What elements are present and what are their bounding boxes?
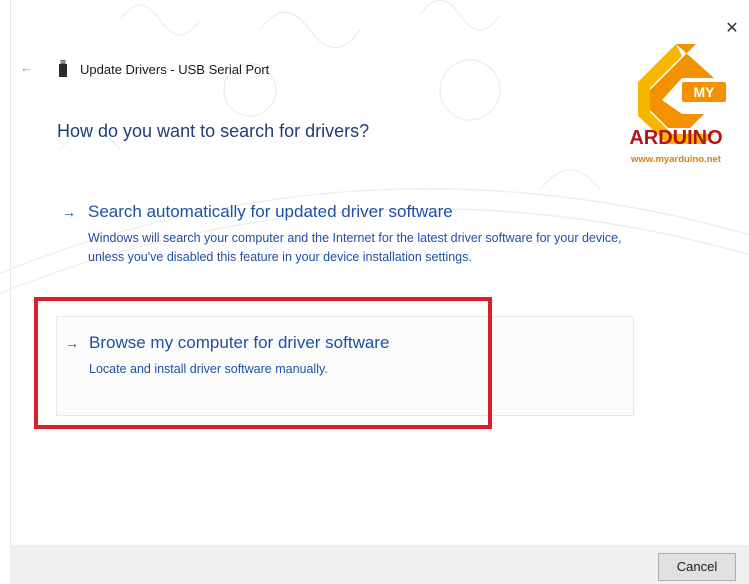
- myarduino-logo: MY ARDUINO www.myarduino.net: [629, 44, 726, 165]
- update-drivers-dialog: ✕ ← Update Drivers - USB Serial Port How…: [0, 0, 749, 584]
- search-automatically-option[interactable]: → Search automatically for updated drive…: [62, 198, 662, 268]
- logo-url-text: www.myarduino.net: [630, 154, 722, 165]
- browse-my-computer-option[interactable]: → Browse my computer for driver software…: [56, 316, 634, 416]
- arrow-right-icon: →: [62, 204, 76, 220]
- option-title: Search automatically for updated driver …: [88, 202, 453, 221]
- option-description: Locate and install driver software manua…: [89, 362, 328, 376]
- page-title: How do you want to search for drivers?: [57, 121, 370, 141]
- arrow-right-icon: →: [65, 335, 79, 351]
- option-description: Windows will search your computer and th…: [88, 231, 622, 264]
- cancel-button[interactable]: Cancel: [658, 553, 736, 581]
- dialog-footer: [10, 545, 749, 584]
- logo-badge-text: MY: [694, 84, 716, 100]
- window-title: Update Drivers - USB Serial Port: [80, 62, 270, 77]
- close-icon[interactable]: ✕: [721, 18, 743, 40]
- option-title: Browse my computer for driver software: [89, 333, 390, 352]
- logo-name-text: ARDUINO: [629, 127, 722, 149]
- arrow-left-icon[interactable]: ←: [20, 60, 36, 76]
- dialog-left-border: [10, 0, 11, 545]
- usb-device-icon: [59, 60, 67, 77]
